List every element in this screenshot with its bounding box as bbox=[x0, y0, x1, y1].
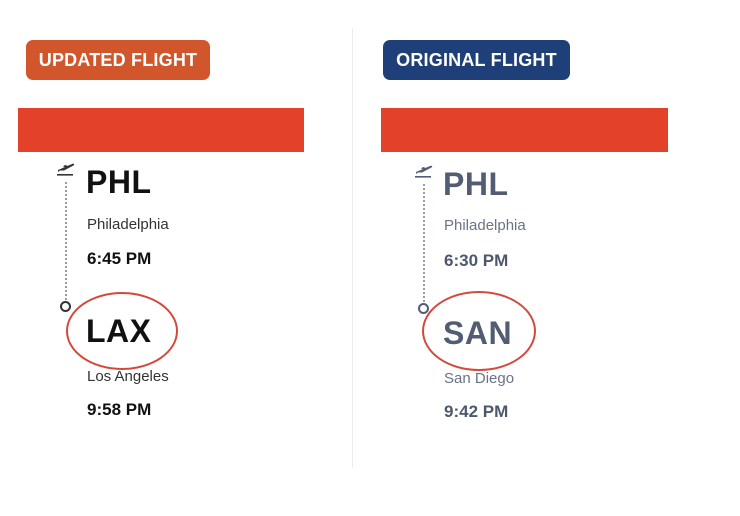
destination-city: Los Angeles bbox=[87, 368, 169, 385]
original-flight-panel: ORIGINAL FLIGHT PHL Philadelphia 6:30 PM… bbox=[354, 0, 740, 516]
route-line bbox=[65, 182, 67, 300]
arrival-time: 9:42 PM bbox=[444, 402, 509, 421]
arrival-time: 9:58 PM bbox=[87, 400, 152, 419]
updated-flight-panel: UPDATED FLIGHT PHL Philadelphia 6:45 PM … bbox=[0, 0, 352, 516]
updated-flight-stripe bbox=[18, 108, 304, 152]
origin-city: Philadelphia bbox=[444, 217, 526, 234]
route-line bbox=[423, 184, 425, 302]
updated-flight-badge: UPDATED FLIGHT bbox=[26, 40, 210, 80]
destination-highlight-circle bbox=[66, 292, 178, 370]
destination-highlight-circle bbox=[422, 291, 536, 371]
origin-city: Philadelphia bbox=[87, 216, 169, 233]
plane-takeoff-icon bbox=[415, 165, 433, 178]
origin-airport-code: PHL bbox=[443, 166, 509, 202]
origin-airport-code: PHL bbox=[86, 164, 152, 200]
departure-time: 6:45 PM bbox=[87, 249, 152, 268]
destination-dot-icon bbox=[60, 301, 71, 312]
destination-city: San Diego bbox=[444, 370, 515, 387]
original-flight-stripe bbox=[381, 108, 668, 152]
original-flight-badge: ORIGINAL FLIGHT bbox=[383, 40, 570, 80]
plane-takeoff-icon bbox=[57, 163, 75, 176]
departure-time: 6:30 PM bbox=[444, 251, 509, 270]
panel-divider bbox=[352, 28, 353, 468]
